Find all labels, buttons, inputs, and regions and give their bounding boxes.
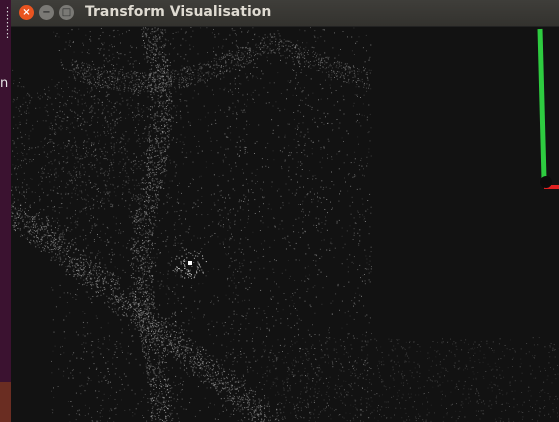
background-window-edge xyxy=(0,382,11,422)
axis-origin xyxy=(540,176,552,188)
close-icon[interactable]: × xyxy=(19,5,34,20)
point-cloud-canvas[interactable] xyxy=(11,27,559,422)
window-title: Transform Visualisation xyxy=(85,4,272,20)
transform-visualisation-window: × − □ Transform Visualisation xyxy=(11,0,559,422)
y-axis-line xyxy=(537,28,547,180)
3d-viewport[interactable] xyxy=(11,27,559,422)
minimize-icon[interactable]: − xyxy=(39,5,54,20)
maximize-icon[interactable]: □ xyxy=(59,5,74,20)
background-window-text: n xyxy=(0,76,9,91)
background-launcher-strip: ⋮ ⋮ ⋮ n xyxy=(0,0,13,422)
coordinate-axes xyxy=(537,28,559,189)
point-cloud xyxy=(11,27,559,422)
pose-marker xyxy=(188,261,192,265)
title-bar[interactable]: × − □ Transform Visualisation xyxy=(11,0,559,27)
vertical-dots-icon: ⋮ ⋮ ⋮ xyxy=(2,5,13,40)
